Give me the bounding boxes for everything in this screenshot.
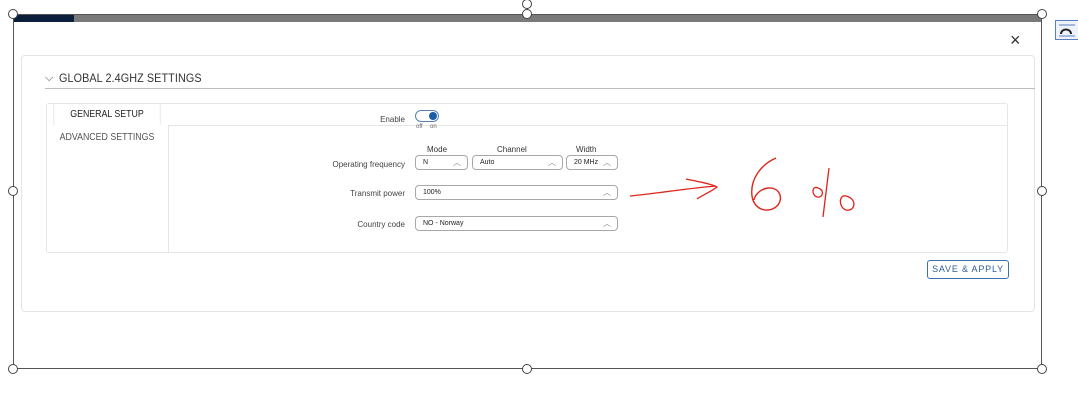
editor-canvas: × ⌵ GLOBAL 2.4GHZ SETTINGS GENERAL SETUP… [0,0,1078,398]
resize-handle-top[interactable] [522,9,532,19]
resize-handle-top-left[interactable] [8,9,18,19]
resize-handle-top-right[interactable] [1037,9,1047,19]
resize-handle-right[interactable] [1037,186,1047,196]
layout-options-icon[interactable] [1055,20,1078,40]
resize-handle-bottom-right[interactable] [1037,364,1047,374]
resize-handle-bottom[interactable] [522,364,532,374]
resize-handle-left[interactable] [8,186,18,196]
image-selection-frame [13,14,1042,369]
resize-handle-bottom-left[interactable] [8,364,18,374]
